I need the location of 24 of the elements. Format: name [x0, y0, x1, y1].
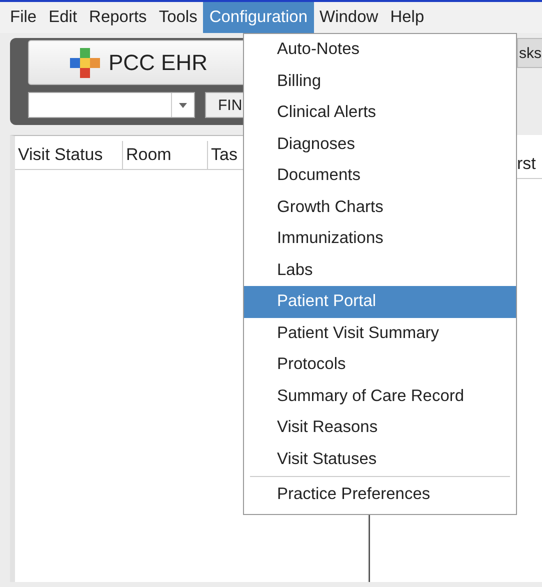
menu-item[interactable]: Protocols: [244, 349, 516, 380]
cross-logo-icon: [70, 48, 100, 78]
menu-item[interactable]: Immunizations: [244, 223, 516, 254]
column-header[interactable]: rst: [517, 150, 542, 178]
menu-item[interactable]: Patient Portal: [244, 286, 516, 318]
menu-item[interactable]: Growth Charts: [244, 192, 516, 223]
menu-bar-item[interactable]: Configuration: [203, 2, 314, 33]
menu-bar-item[interactable]: File: [4, 2, 43, 33]
menu-item[interactable]: Summary of Care Record: [244, 380, 516, 412]
menu-bar-item[interactable]: Tools: [152, 2, 204, 33]
tasks-button[interactable]: sks: [517, 38, 542, 68]
menu-item[interactable]: Practice Preferences: [244, 479, 516, 510]
menu-bar-item[interactable]: Reports: [83, 2, 153, 33]
menu-item[interactable]: Visit Reasons: [244, 412, 516, 444]
menu-item[interactable]: Patient Visit Summary: [244, 318, 516, 349]
column-header[interactable]: Room: [123, 141, 208, 169]
menu-bar-item[interactable]: Help: [384, 2, 430, 33]
patient-combo-field[interactable]: [28, 92, 195, 118]
menu-bar-item[interactable]: Window: [314, 2, 384, 33]
menu-item[interactable]: Visit Statuses: [244, 444, 516, 475]
menu-bar-item[interactable]: Edit: [42, 2, 84, 33]
column-header[interactable]: Visit Status: [15, 141, 123, 169]
menu-item[interactable]: Labs: [244, 254, 516, 286]
dropdown-arrow-icon[interactable]: [179, 102, 187, 108]
